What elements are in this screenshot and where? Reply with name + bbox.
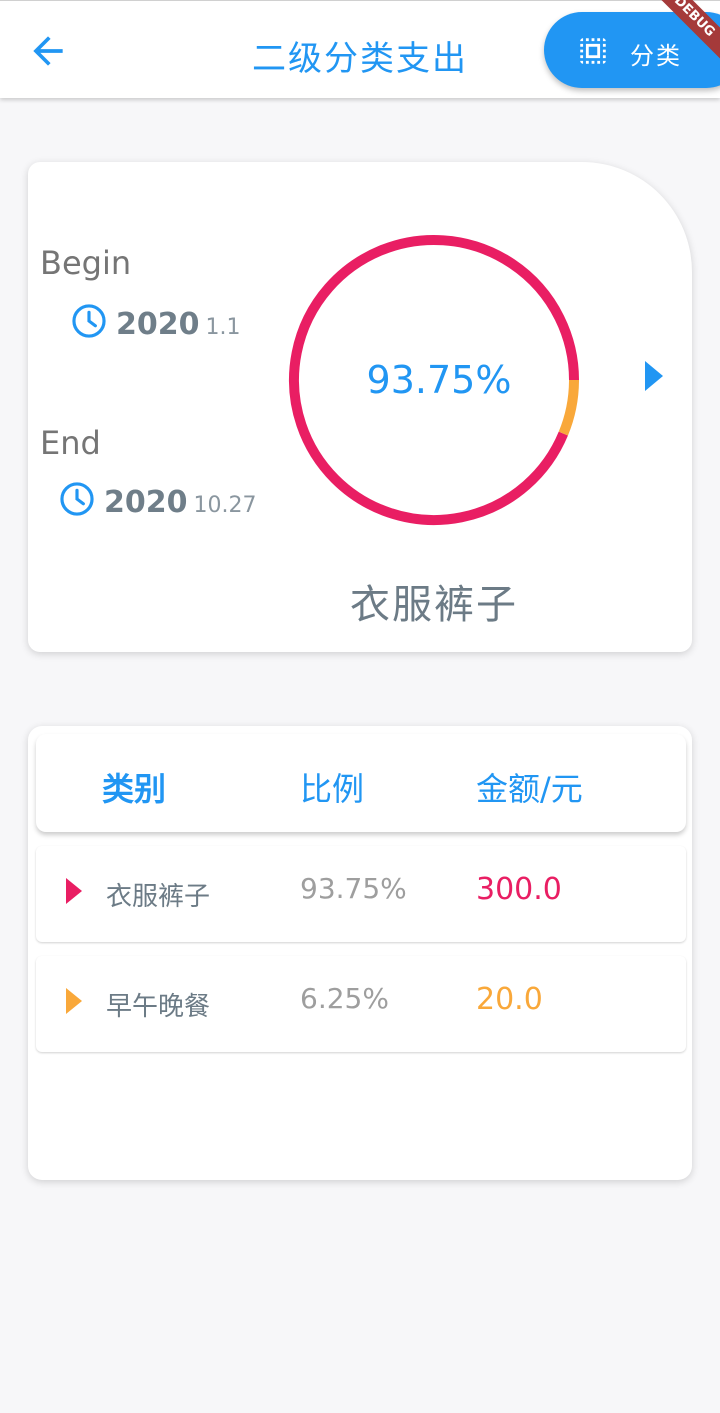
row-marker xyxy=(66,988,82,1014)
table-row[interactable]: 衣服裤子 93.75% 300.0 xyxy=(36,846,686,942)
begin-monthday: 1.1 xyxy=(205,315,241,340)
row-amount: 20.0 xyxy=(476,982,543,1017)
selected-category-name: 衣服裤子 xyxy=(350,582,518,628)
end-label: End xyxy=(40,424,101,462)
end-monthday: 10.27 xyxy=(193,493,257,518)
clock-icon xyxy=(72,304,106,338)
select-all-icon xyxy=(580,38,606,64)
triangle-right-icon xyxy=(66,988,82,1014)
row-category: 早午晚餐 xyxy=(106,992,211,1022)
row-percent: 93.75% xyxy=(300,872,407,905)
row-category: 衣服裤子 xyxy=(106,882,211,912)
debug-banner-text: DEBUG xyxy=(643,0,720,68)
header-amount: 金额/元 xyxy=(476,770,583,808)
row-percent: 6.25% xyxy=(300,982,389,1015)
next-arrow-icon[interactable] xyxy=(642,358,666,394)
end-date[interactable]: 2020 10.27 xyxy=(58,480,256,520)
summary-card: Begin 2020 1.1 End 2020 10.27 93.75% 衣服裤… xyxy=(28,162,692,652)
begin-date[interactable]: 2020 1.1 xyxy=(70,302,241,342)
debug-banner: DEBUG xyxy=(620,0,720,100)
row-marker xyxy=(66,878,82,904)
header-percent: 比例 xyxy=(300,770,365,808)
header-category: 类别 xyxy=(102,770,167,808)
category-table-card: 类别 比例 金额/元 衣服裤子 93.75% 300.0 早午晚餐 6.25% … xyxy=(28,726,692,1180)
table-row[interactable]: 早午晚餐 6.25% 20.0 xyxy=(36,956,686,1052)
row-amount: 300.0 xyxy=(476,872,562,907)
begin-label: Begin xyxy=(40,244,132,282)
begin-year: 2020 xyxy=(116,307,200,342)
donut-percentage: 93.75% xyxy=(366,358,512,402)
table-header: 类别 比例 金额/元 xyxy=(36,734,686,832)
end-year: 2020 xyxy=(104,485,188,520)
clock-icon xyxy=(60,482,94,516)
triangle-right-icon xyxy=(66,878,82,904)
